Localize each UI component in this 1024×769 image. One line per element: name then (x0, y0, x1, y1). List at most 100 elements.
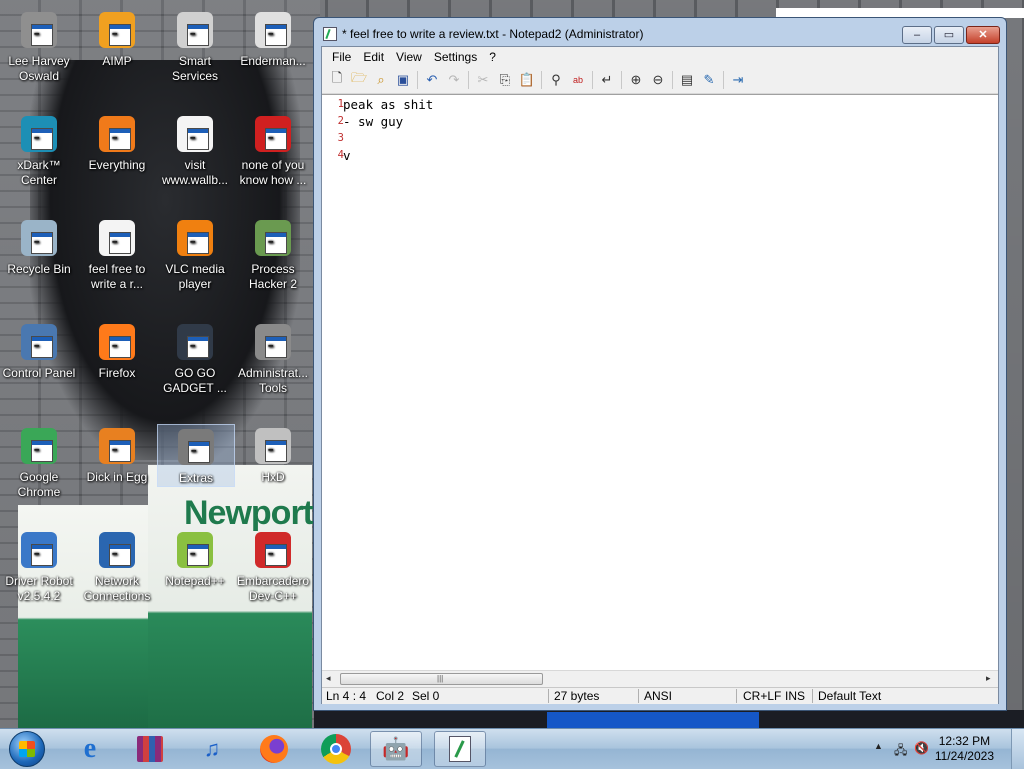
desktop-icon[interactable]: Recycle Bin (1, 216, 77, 277)
generic-app-overlay-icon (187, 544, 209, 566)
generic-app-overlay-icon (187, 336, 209, 358)
menu-settings[interactable]: Settings (428, 47, 483, 67)
desktop-icon-label: GO GO GADGET ... (163, 366, 227, 395)
generic-app-overlay-icon (31, 128, 53, 150)
notepad2-window[interactable]: * feel free to write a review.txt - Note… (313, 17, 1007, 711)
tray-clock[interactable]: 12:32 PM 11/24/2023 (935, 734, 994, 764)
desktop-icon[interactable]: Enderman... (235, 8, 311, 69)
desktop-icon[interactable]: Notepad++ (157, 528, 233, 589)
line-text[interactable]: - sw guy (343, 113, 403, 130)
desktop-icon-label: xDark™ Center (17, 158, 61, 187)
undo-icon[interactable]: ↶ (421, 69, 443, 91)
menu-view[interactable]: View (390, 47, 428, 67)
open-folder-icon[interactable]: 🗁 (348, 69, 370, 91)
start-button[interactable] (4, 731, 50, 767)
desktop-icon[interactable]: Extras (157, 424, 235, 487)
text-editor[interactable]: 1 peak as shit 2- sw guy 3 4 v (322, 94, 998, 671)
desktop-icon[interactable]: none of you know how ... (235, 112, 311, 188)
toolbar-separator (621, 71, 622, 89)
horizontal-scrollbar[interactable]: ◂ ||| ▸ (322, 670, 998, 688)
menu-file[interactable]: File (326, 47, 357, 67)
desktop-icon[interactable]: Firefox (79, 320, 155, 381)
zoom-out-icon[interactable]: ⊖ (647, 69, 669, 91)
taskbar-firefox[interactable] (248, 731, 300, 767)
editor-line[interactable]: 2- sw guy (322, 113, 998, 130)
scroll-right-icon[interactable]: ▸ (986, 673, 991, 684)
zoom-in-icon[interactable]: ⊕ (625, 69, 647, 91)
desktop-icon[interactable]: AIMP (79, 8, 155, 69)
desktop-icon[interactable]: Smart Services (157, 8, 233, 84)
word-wrap-icon[interactable]: ↵ (596, 69, 618, 91)
desktop-icon[interactable]: Google Chrome (1, 424, 77, 500)
scrollbar-thumb[interactable]: ||| (340, 673, 543, 685)
text-document-icon (173, 112, 217, 156)
scheme-config-icon[interactable]: ✎ (698, 69, 720, 91)
scheme-icon[interactable]: ▤ (676, 69, 698, 91)
clock-time: 12:32 PM (938, 734, 991, 748)
taskbar-driver-robot[interactable]: 🤖 (370, 731, 422, 767)
cut-icon[interactable]: ✂ (472, 69, 494, 91)
devcpp-icon (251, 528, 295, 572)
volume-muted-icon[interactable]: 🔇 (914, 741, 929, 755)
taskbar-music-player[interactable]: ♫ (186, 731, 238, 767)
new-file-icon[interactable]: 🗋 (326, 69, 348, 91)
close-button[interactable]: ✕ (966, 26, 1000, 44)
notepad2-app-icon[interactable] (323, 27, 337, 41)
status-ins[interactable]: INS (785, 689, 805, 703)
desktop-icon[interactable]: Process Hacker 2 (235, 216, 311, 292)
desktop-icon-label: Dick in Egg (86, 470, 148, 484)
desktop-icon-label: Recycle Bin (7, 262, 71, 276)
generic-app-overlay-icon (31, 440, 53, 462)
replace-icon[interactable]: ab (567, 69, 589, 91)
taskbar-internet-explorer[interactable]: e (64, 731, 116, 767)
copy-icon[interactable]: ⎘ (494, 69, 516, 91)
taskbar-chrome[interactable] (310, 731, 362, 767)
line-text[interactable]: peak as shit (343, 96, 433, 113)
status-encoding[interactable]: ANSI (644, 689, 672, 703)
driver-robot-icon: 🤖 (382, 736, 410, 761)
show-desktop-button[interactable] (1011, 729, 1024, 769)
editor-line[interactable]: 4v (322, 147, 998, 164)
desktop-icon[interactable]: Dick in Egg (79, 424, 155, 485)
desktop-icon[interactable]: Embarcadero Dev-C++ (235, 528, 311, 604)
generic-app-overlay-icon (188, 441, 210, 463)
gadget-icon (173, 320, 217, 364)
paste-icon[interactable]: 📋 (516, 69, 538, 91)
desktop-icon-label: Notepad++ (165, 574, 225, 588)
desktop-icon[interactable]: VLC media player (157, 216, 233, 292)
menu-help[interactable]: ? (483, 47, 502, 67)
exit-icon[interactable]: ⇥ (727, 69, 749, 91)
desktop-icon[interactable]: visit www.wallb... (157, 112, 233, 188)
desktop-icon[interactable]: feel free to write a r... (79, 216, 155, 292)
status-col: Col 2 (376, 689, 405, 703)
desktop-icon[interactable]: Lee Harvey Oswald (1, 8, 77, 84)
show-hidden-icons[interactable]: ▲ (874, 741, 883, 751)
desktop-icon[interactable]: GO GO GADGET ... (157, 320, 233, 396)
status-eol[interactable]: CR+LF (743, 689, 781, 703)
editor-line[interactable]: 3 (322, 130, 998, 147)
scroll-left-icon[interactable]: ◂ (326, 673, 331, 684)
minimize-button[interactable]: ‒ (902, 26, 932, 44)
desktop-icon[interactable]: Administrat... Tools (235, 320, 311, 396)
redo-icon[interactable]: ↷ (443, 69, 465, 91)
desktop-icon[interactable]: Driver Robot v2.5.4.2 (1, 528, 77, 604)
desktop-icon[interactable]: Everything (79, 112, 155, 173)
browse-icon[interactable]: ⌕ (370, 69, 392, 91)
taskbar-notepad2[interactable] (434, 731, 486, 767)
status-scheme[interactable]: Default Text (818, 689, 881, 703)
desktop-icon[interactable]: HxD (235, 424, 311, 485)
find-icon[interactable]: ⚲ (545, 69, 567, 91)
status-separator (812, 689, 813, 703)
menu-edit[interactable]: Edit (357, 47, 390, 67)
save-icon[interactable]: ▣ (392, 69, 414, 91)
network-tray-icon[interactable]: 🖧 (894, 741, 907, 762)
editor-line[interactable]: 1 peak as shit (322, 96, 998, 113)
firefox-icon (260, 735, 288, 763)
line-text[interactable]: v (343, 147, 351, 164)
egg-icon (95, 424, 139, 468)
desktop-icon[interactable]: xDark™ Center (1, 112, 77, 188)
desktop-icon[interactable]: Control Panel (1, 320, 77, 381)
taskbar-winrar[interactable] (124, 731, 176, 767)
desktop-icon[interactable]: Network Connections (79, 528, 155, 604)
maximize-button[interactable]: ▭ (934, 26, 964, 44)
